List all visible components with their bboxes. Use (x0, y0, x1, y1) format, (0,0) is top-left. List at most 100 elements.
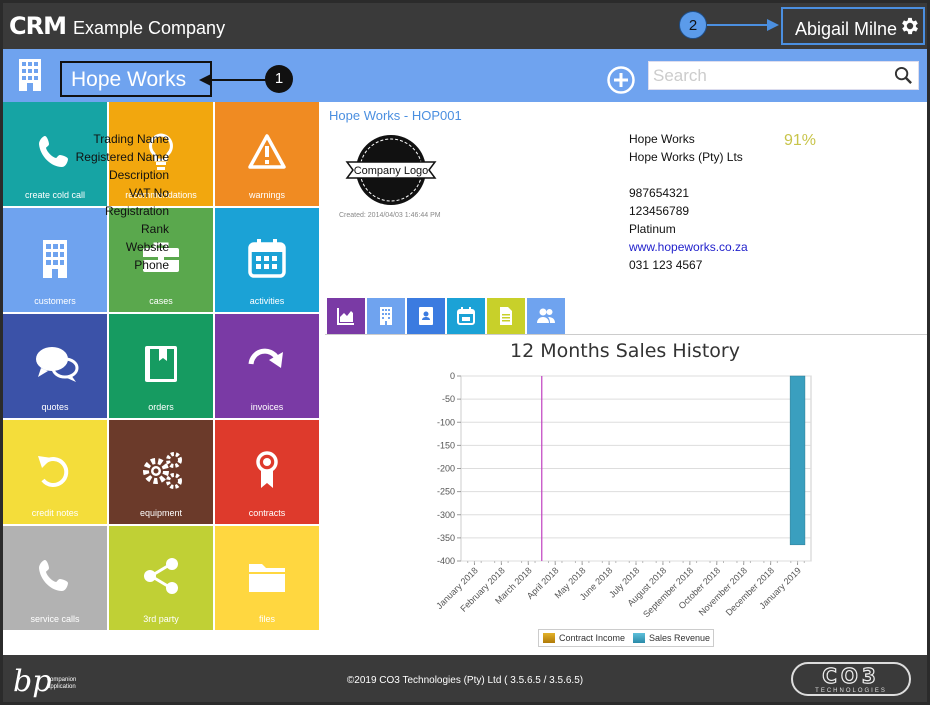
search-icon[interactable] (894, 66, 913, 90)
tile-warnings[interactable]: warnings (215, 102, 319, 206)
tile-3rd-party[interactable]: 3rd party (109, 526, 213, 630)
user-menu[interactable]: Abigail Milne (781, 7, 925, 45)
company-logo: Company Logo (343, 132, 439, 213)
tile-label: customers (34, 296, 76, 306)
gears-icon (143, 452, 182, 489)
tab-sales-history[interactable] (327, 298, 365, 334)
tile-label: quotes (41, 402, 69, 412)
tile-label: contracts (248, 508, 286, 518)
undo-icon (38, 456, 69, 488)
contacts-icon (419, 307, 433, 325)
crm-logo[interactable]: CRM (9, 14, 67, 38)
website-link[interactable]: www.hopeworks.co.za (629, 240, 748, 254)
tab-contacts[interactable] (407, 298, 445, 334)
tile-contracts[interactable]: contracts (215, 420, 319, 524)
page-title: Hope Works (71, 68, 187, 91)
tile-label: orders (148, 402, 174, 412)
tile-quotes[interactable]: quotes (3, 314, 107, 418)
info-value: 031 123 4567 (629, 258, 703, 272)
tile-service-calls[interactable]: service calls (3, 526, 107, 630)
company-code-link[interactable]: Hope Works - HOP001 (329, 108, 462, 123)
created-date: Created: 2014/04/03 1:46:44 PM (339, 212, 441, 219)
tab-calendar[interactable] (447, 298, 485, 334)
tile-equipment[interactable]: equipment (109, 420, 213, 524)
tile-label: files (258, 614, 275, 624)
entity-title-box: Hope Works (60, 61, 212, 97)
legend-swatch (633, 633, 645, 643)
legend-item-contract-income[interactable]: Contract Income (543, 633, 625, 643)
folder-icon (249, 564, 285, 592)
annotation-2: 2 (679, 11, 707, 39)
info-value: Hope Works (Pty) Lts (629, 150, 743, 164)
x-tick-label: November 2018 (697, 565, 749, 617)
info-label: VAT No (128, 186, 169, 200)
user-name[interactable]: Abigail Milne (795, 19, 897, 40)
x-tick-label: December 2018 (724, 565, 776, 617)
y-tick-label: -400 (437, 556, 455, 566)
y-tick-label: -200 (437, 464, 455, 474)
tile-credit-notes[interactable]: credit notes (3, 420, 107, 524)
legend-label: Contract Income (559, 633, 626, 643)
area-chart-icon (337, 308, 354, 325)
annotation-1-arrowhead (199, 74, 211, 86)
annotation-2-arrowhead (767, 19, 779, 31)
y-tick-label: -250 (437, 487, 455, 497)
tile-label: service calls (30, 614, 80, 624)
info-label: Trading Name (93, 132, 169, 146)
tile-orders[interactable]: orders (109, 314, 213, 418)
search-input[interactable] (653, 64, 883, 87)
y-tick-label: -50 (442, 394, 455, 404)
tile-label: activities (249, 296, 285, 306)
document-icon (500, 307, 512, 325)
info-label: Website (125, 240, 169, 254)
tile-label: cases (149, 296, 173, 306)
ribbon-icon (256, 451, 278, 488)
svg-text:TECHNOLOGIES: TECHNOLOGIES (815, 688, 887, 694)
users-icon (537, 308, 555, 323)
tile-label: warnings (248, 190, 286, 200)
annotation-1-arrow (211, 79, 267, 81)
y-tick-label: 0 (450, 371, 455, 381)
add-icon[interactable] (606, 65, 636, 100)
company-logo-text: Company Logo (354, 165, 429, 177)
info-label: Description (108, 168, 169, 182)
tab-company[interactable] (367, 298, 405, 334)
tab-divider (325, 334, 927, 335)
info-label: Registered Name (75, 150, 169, 164)
y-tick-label: -100 (437, 417, 455, 427)
y-tick-label: -150 (437, 440, 455, 450)
tile-label: equipment (139, 508, 183, 518)
sales-history-chart: 0-50-100-150-200-250-300-350-400January … (434, 371, 812, 619)
tile-files[interactable]: files (215, 526, 319, 630)
calendar-icon (457, 307, 475, 325)
chat-icon (36, 347, 79, 382)
entity-header: Hope Works 1 (3, 49, 927, 102)
tile-invoices[interactable]: invoices (215, 314, 319, 418)
tile-label: 3rd party (143, 614, 179, 624)
chart-title: 12 Months Sales History (510, 340, 740, 362)
bar-sales-revenue (789, 375, 806, 546)
search-box[interactable] (648, 61, 919, 90)
annotation-2-arrow (707, 24, 771, 26)
legend-item-sales-revenue[interactable]: Sales Revenue (633, 633, 710, 643)
gear-icon[interactable] (899, 15, 921, 42)
book-icon (145, 346, 177, 382)
info-label: Phone (134, 258, 169, 272)
chart-legend: Contract Income Sales Revenue (538, 629, 714, 647)
completion-percent: 91% (784, 132, 817, 149)
tab-users[interactable] (527, 298, 565, 334)
tab-documents[interactable] (487, 298, 525, 334)
company-name: Example Company (73, 18, 226, 38)
copyright: ©2019 CO3 Technologies (Pty) Ltd ( 3.5.6… (346, 675, 584, 686)
info-label: Rank (140, 222, 169, 236)
info-value: 123456789 (629, 204, 690, 218)
calendar-icon (248, 239, 286, 278)
tile-activities[interactable]: activities (215, 208, 319, 312)
app-frame: CRM Example Company 2 Abigail Milne Hope… (3, 3, 927, 702)
y-tick-label: -300 (437, 510, 455, 520)
redo-icon (248, 348, 283, 368)
share-icon (144, 558, 178, 594)
footer: bp companion application ©2019 CO3 Techn… (3, 655, 927, 702)
tile-label: credit notes (31, 508, 79, 518)
detail-panel: Hope Works - HOP001 Company Logo Created… (76, 102, 927, 647)
